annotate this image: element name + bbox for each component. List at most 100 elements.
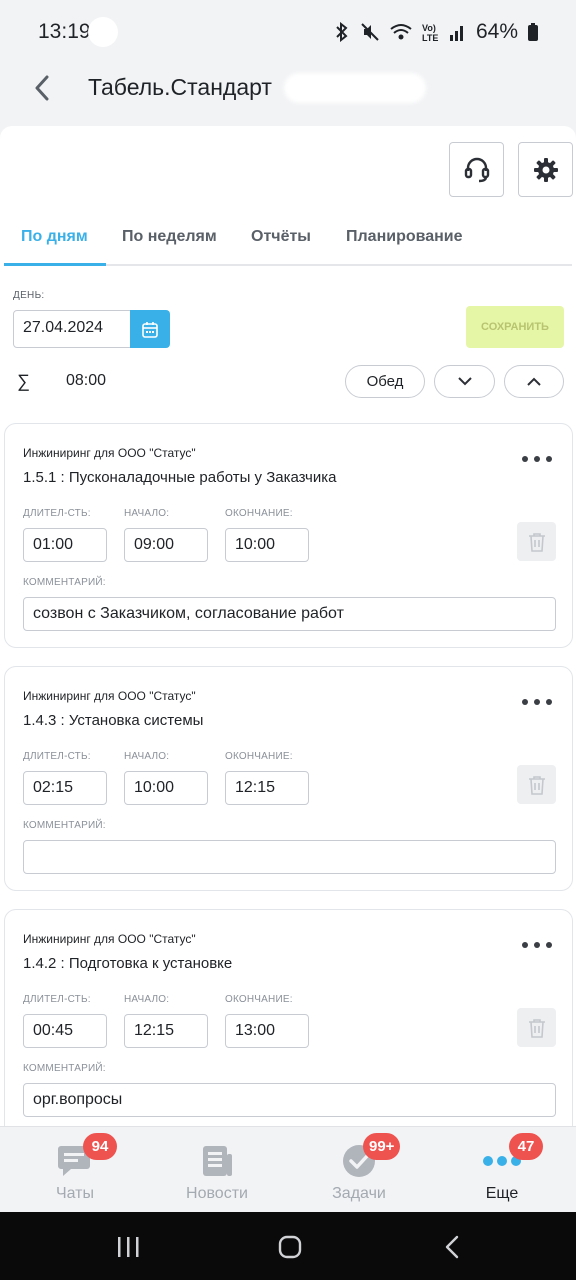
tab-planning[interactable]: Планирование xyxy=(346,228,463,246)
time-entry-card: Инжиниринг для ООО "Статус" 1.4.3 : Уста… xyxy=(4,666,573,891)
battery-icon xyxy=(528,23,538,41)
comment-label: КОММЕНТАРИЙ: xyxy=(23,820,106,831)
start-field[interactable]: 09:00 xyxy=(124,528,208,562)
status-bar: 13:19 Vo) LTE 64% xyxy=(0,0,576,64)
nav-item-tasks[interactable]: 99+ Задачи xyxy=(287,1127,431,1213)
page-title: Табель.Стандарт xyxy=(88,74,272,100)
gear-icon xyxy=(533,157,558,182)
wifi-icon xyxy=(390,24,412,40)
more-options-button[interactable] xyxy=(522,938,552,952)
nav-item-news[interactable]: Новости xyxy=(145,1127,289,1213)
support-button[interactable] xyxy=(449,142,504,197)
bottom-nav: 94 Чаты Новости 99+ Задачи 47 Еще xyxy=(0,1126,576,1212)
delete-button[interactable] xyxy=(517,522,556,561)
entry-task: 1.4.2 : Подготовка к установке xyxy=(23,955,233,972)
nav-label: Задачи xyxy=(332,1185,386,1202)
system-back-button[interactable] xyxy=(432,1232,472,1262)
dot-icon xyxy=(522,456,528,462)
duration-field[interactable]: 02:15 xyxy=(23,771,107,805)
more-badge: 47 xyxy=(509,1133,543,1160)
signal-icon xyxy=(449,26,463,41)
recent-apps-icon xyxy=(118,1237,139,1257)
notification-dot-icon xyxy=(88,17,118,47)
bluetooth-icon xyxy=(336,22,348,42)
status-time: 13:19 xyxy=(38,20,91,43)
sum-icon: ∑ xyxy=(17,371,30,391)
nav-label: Еще xyxy=(485,1185,519,1202)
tab-by-days[interactable]: По дням xyxy=(21,228,88,246)
end-field[interactable]: 12:15 xyxy=(225,771,309,805)
chevron-left-icon xyxy=(35,75,49,101)
tab-by-weeks[interactable]: По неделям xyxy=(122,228,217,246)
save-button[interactable]: СОХРАНИТЬ xyxy=(466,306,564,348)
trash-icon xyxy=(528,775,545,795)
back-button[interactable] xyxy=(22,68,62,108)
battery-percent: 64% xyxy=(475,20,518,43)
start-field[interactable]: 10:00 xyxy=(124,771,208,805)
duration-label: ДЛИТЕЛ-СТЬ: xyxy=(23,508,91,519)
volte-icon: Vo)LTE xyxy=(422,23,438,42)
duration-field[interactable]: 00:45 xyxy=(23,1014,107,1048)
duration-label: ДЛИТЕЛ-СТЬ: xyxy=(23,751,91,762)
dot-icon xyxy=(522,699,528,705)
calendar-button[interactable] xyxy=(130,310,170,348)
mute-icon xyxy=(361,23,379,41)
end-label: ОКОНЧАНИЕ: xyxy=(225,994,293,1005)
end-field[interactable]: 10:00 xyxy=(225,528,309,562)
active-tab-indicator xyxy=(4,263,106,266)
dot-icon xyxy=(546,942,552,948)
date-input[interactable]: 27.04.2024 xyxy=(13,310,131,348)
dot-icon xyxy=(546,699,552,705)
app-header: Табель.Стандарт xyxy=(0,64,576,126)
comment-field[interactable] xyxy=(23,840,556,874)
more-options-button[interactable] xyxy=(522,452,552,466)
trash-icon xyxy=(528,1018,545,1038)
comment-field[interactable]: орг.вопросы xyxy=(23,1083,556,1117)
end-label: ОКОНЧАНИЕ: xyxy=(225,751,293,762)
dot-icon xyxy=(534,456,540,462)
time-entry-card: Инжиниринг для ООО "Статус" 1.5.1 : Пуск… xyxy=(4,423,573,648)
news-icon xyxy=(197,1141,237,1181)
nav-label: Чаты xyxy=(55,1185,95,1202)
tab-reports[interactable]: Отчёты xyxy=(251,228,311,246)
calendar-icon xyxy=(142,321,158,338)
home-icon xyxy=(278,1235,302,1259)
entry-organization: Инжиниринг для ООО "Статус" xyxy=(23,689,196,703)
end-label: ОКОНЧАНИЕ: xyxy=(225,508,293,519)
total-hours: 08:00 xyxy=(66,372,107,389)
dot-icon xyxy=(546,456,552,462)
nav-item-more[interactable]: 47 Еще xyxy=(430,1127,574,1213)
svg-text:LTE: LTE xyxy=(422,33,438,42)
more-options-button[interactable] xyxy=(522,695,552,709)
recent-apps-button[interactable] xyxy=(108,1232,148,1262)
dot-icon xyxy=(534,942,540,948)
collapse-up-button[interactable] xyxy=(504,365,564,398)
start-field[interactable]: 12:15 xyxy=(124,1014,208,1048)
day-label: ДЕНЬ: xyxy=(13,290,45,301)
dot-icon xyxy=(534,699,540,705)
headset-icon xyxy=(464,157,489,182)
comment-field[interactable]: созвон с Заказчиком, согласование работ xyxy=(23,597,556,631)
entry-organization: Инжиниринг для ООО "Статус" xyxy=(23,932,196,946)
start-label: НАЧАЛО: xyxy=(124,994,170,1005)
settings-button[interactable] xyxy=(518,142,573,197)
delete-button[interactable] xyxy=(517,1008,556,1047)
start-label: НАЧАЛО: xyxy=(124,751,170,762)
delete-button[interactable] xyxy=(517,765,556,804)
lunch-button[interactable]: Обед xyxy=(345,365,425,398)
collapse-down-button[interactable] xyxy=(434,365,495,398)
chevron-up-icon xyxy=(527,377,541,386)
status-icons: Vo) LTE 64% xyxy=(334,20,538,44)
time-entry-card: Инжиниринг для ООО "Статус" 1.4.2 : Подг… xyxy=(4,909,573,1126)
end-field[interactable]: 13:00 xyxy=(225,1014,309,1048)
duration-field[interactable]: 01:00 xyxy=(23,528,107,562)
nav-label: Новости xyxy=(186,1185,248,1202)
trash-icon xyxy=(528,532,545,552)
home-button[interactable] xyxy=(270,1232,310,1262)
entry-task: 1.4.3 : Установка системы xyxy=(23,712,204,729)
chats-badge: 94 xyxy=(83,1133,117,1160)
nav-item-chats[interactable]: 94 Чаты xyxy=(3,1127,147,1213)
system-nav-bar xyxy=(0,1212,576,1280)
comment-label: КОММЕНТАРИЙ: xyxy=(23,1063,106,1074)
dot-icon xyxy=(522,942,528,948)
